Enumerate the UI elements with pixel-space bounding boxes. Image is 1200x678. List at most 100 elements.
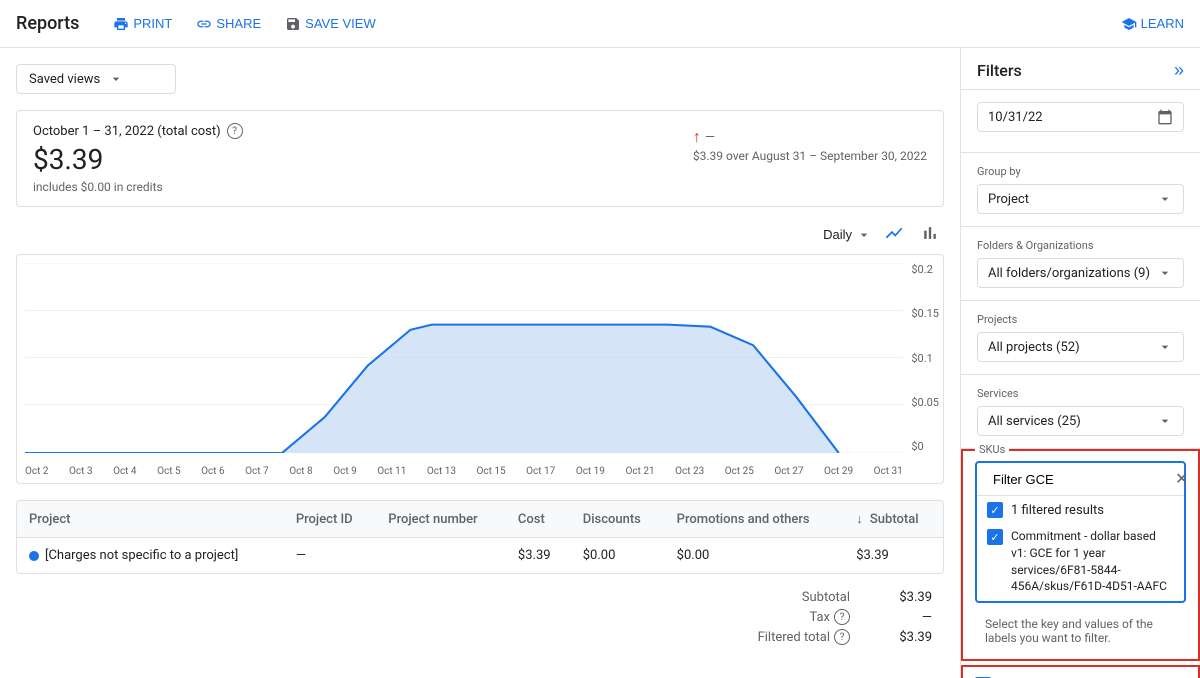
x-label: Oct 29 xyxy=(824,466,853,477)
chevron-down-icon xyxy=(1157,191,1173,207)
services-value: All services (25) xyxy=(988,414,1081,429)
x-label: Oct 21 xyxy=(625,466,654,477)
sku-item-checkbox[interactable] xyxy=(987,529,1003,545)
cost-summary-card: October 1 – 31, 2022 (total cost) ? $3.3… xyxy=(16,110,944,207)
x-label: Oct 6 xyxy=(201,466,225,477)
line-chart-button[interactable] xyxy=(880,219,908,250)
filter-note: Select the key and values of the labels … xyxy=(975,611,1186,651)
chevron-down-icon xyxy=(1157,339,1173,355)
x-label: Oct 27 xyxy=(774,466,803,477)
x-label: Oct 9 xyxy=(333,466,357,477)
chevron-down-small-icon xyxy=(856,227,872,243)
tax-label: Tax xyxy=(809,610,830,625)
promotions-cell: $0.00 xyxy=(665,538,845,574)
project-name: [Charges not specific to a project] xyxy=(45,548,238,563)
x-label: Oct 11 xyxy=(377,466,406,477)
y-label-2: $0.1 xyxy=(911,352,939,365)
cost-help-icon[interactable]: ? xyxy=(227,123,243,139)
delta-dash: — xyxy=(705,130,715,145)
folders-value: All folders/organizations (9) xyxy=(988,266,1150,281)
save-view-button[interactable]: SAVE VIEW xyxy=(275,10,386,38)
filtered-total-label: Filtered total xyxy=(758,630,830,645)
date-value: 10/31/22 xyxy=(988,110,1043,125)
x-label: Oct 17 xyxy=(526,466,555,477)
discounts-cell: $0.00 xyxy=(571,538,665,574)
x-label: Oct 13 xyxy=(427,466,456,477)
bar-chart-button[interactable] xyxy=(916,219,944,250)
filtered-total-value: $3.39 xyxy=(882,630,932,645)
col-cost: Cost xyxy=(506,501,571,538)
project-number-cell xyxy=(376,538,506,574)
sort-icon: ↓ xyxy=(856,512,863,527)
group-by-value: Project xyxy=(988,192,1029,207)
tax-value: — xyxy=(882,610,932,625)
save-icon xyxy=(285,16,301,32)
services-label: Services xyxy=(977,387,1184,400)
project-id-cell: — xyxy=(284,538,376,574)
save-view-label: SAVE VIEW xyxy=(305,16,376,31)
x-label: Oct 8 xyxy=(289,466,313,477)
line-chart-icon xyxy=(884,223,904,243)
col-project: Project xyxy=(17,501,284,538)
cost-cell: $3.39 xyxy=(506,538,571,574)
folders-select[interactable]: All folders/organizations (9) xyxy=(977,258,1184,288)
group-by-select[interactable]: Project xyxy=(977,184,1184,214)
x-label: Oct 25 xyxy=(725,466,754,477)
share-icon xyxy=(196,16,212,32)
services-select[interactable]: All services (25) xyxy=(977,406,1184,436)
period-select-button[interactable]: Daily xyxy=(823,227,872,243)
date-input[interactable]: 10/31/22 xyxy=(977,102,1184,132)
chart-wrapper: $0.2 $0.15 $0.1 $0.05 $0 Oct 2 Oct xyxy=(16,254,944,484)
x-label: Oct 2 xyxy=(25,466,49,477)
y-label-4: $0 xyxy=(911,440,939,453)
cost-table: Project Project ID Project number Cost D… xyxy=(16,500,944,574)
sidebar-expand-button[interactable]: » xyxy=(1174,60,1184,81)
results-checkbox[interactable] xyxy=(987,502,1003,518)
subtotal-value: $3.39 xyxy=(882,590,932,605)
print-label: PRINT xyxy=(133,16,172,31)
skus-label: SKUs xyxy=(975,443,1009,456)
delta-up-icon: ↑ xyxy=(693,127,701,147)
cost-amount: $3.39 xyxy=(33,143,573,176)
saved-views-select[interactable]: Saved views xyxy=(16,64,176,94)
print-button[interactable]: PRINT xyxy=(103,10,182,38)
x-label: Oct 31 xyxy=(874,466,903,477)
chevron-down-icon xyxy=(108,71,124,87)
group-by-label: Group by xyxy=(977,165,1184,178)
cost-credits: includes $0.00 in credits xyxy=(33,180,573,194)
calendar-icon xyxy=(1157,109,1173,125)
page-title: Reports xyxy=(16,13,79,34)
filter-clear-button[interactable]: ✕ xyxy=(1175,469,1188,489)
folders-label: Folders & Organizations xyxy=(977,239,1184,252)
y-label-0: $0.2 xyxy=(911,263,939,276)
x-label: Oct 19 xyxy=(576,466,605,477)
compare-text: $3.39 over August 31 – September 30, 202… xyxy=(693,149,927,163)
x-label: Oct 4 xyxy=(113,466,137,477)
filter-results-text: 1 filtered results xyxy=(1011,503,1104,518)
col-project-number: Project number xyxy=(376,501,506,538)
col-subtotal: ↓ Subtotal xyxy=(844,501,943,538)
x-label: Oct 3 xyxy=(69,466,93,477)
projects-value: All projects (52) xyxy=(988,340,1080,355)
cost-period-label: October 1 – 31, 2022 (total cost) xyxy=(33,124,221,139)
col-discounts: Discounts xyxy=(571,501,665,538)
share-label: SHARE xyxy=(216,16,261,31)
y-label-3: $0.05 xyxy=(911,396,939,409)
saved-views-label: Saved views xyxy=(29,72,100,87)
sidebar-title: Filters xyxy=(977,61,1022,80)
sku-filter-dropdown: ✕ 1 filtered results Commitment - dollar… xyxy=(975,461,1186,603)
subtotal-cell: $3.39 xyxy=(844,538,943,574)
chevron-down-icon xyxy=(1157,265,1173,281)
projects-select[interactable]: All projects (52) xyxy=(977,332,1184,362)
learn-icon xyxy=(1121,16,1137,32)
print-icon xyxy=(113,16,129,32)
learn-button[interactable]: LEARN xyxy=(1121,16,1184,32)
x-label: Oct 23 xyxy=(675,466,704,477)
filtered-total-help-icon[interactable]: ? xyxy=(834,629,850,645)
sku-filter-input[interactable] xyxy=(993,472,1169,487)
totals-section: Subtotal $3.39 Tax ? — Filtered total ? … xyxy=(16,582,944,653)
x-label: Oct 7 xyxy=(245,466,269,477)
x-label: Oct 5 xyxy=(157,466,181,477)
tax-help-icon[interactable]: ? xyxy=(834,609,850,625)
share-button[interactable]: SHARE xyxy=(186,10,271,38)
